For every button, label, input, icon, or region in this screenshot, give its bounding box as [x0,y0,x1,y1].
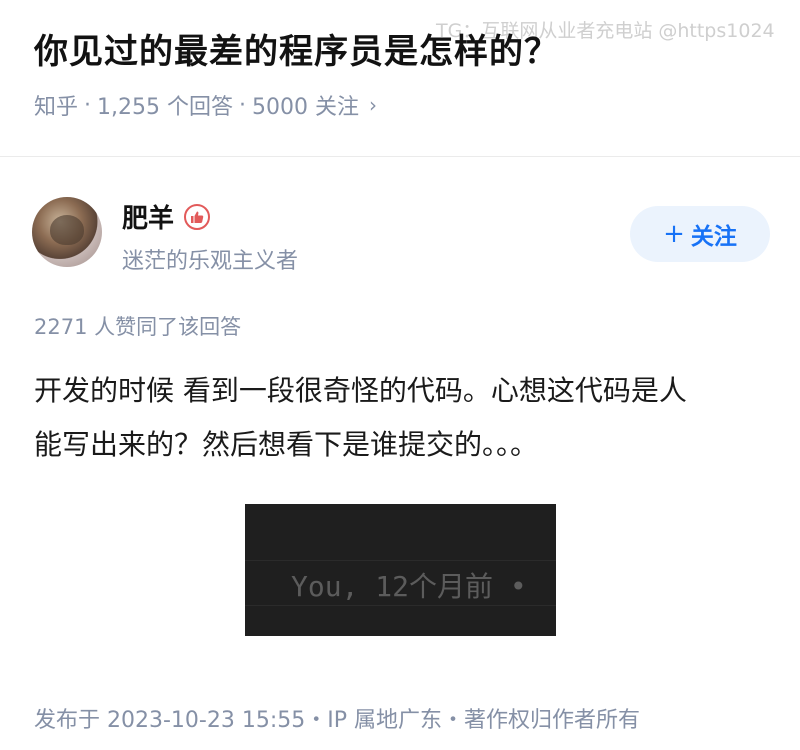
follower-count: 5000 关注 [252,95,359,120]
meta-separator: · [84,92,92,118]
plus-icon: + [663,219,685,249]
follow-button[interactable]: + 关注 [630,206,770,262]
git-blame-annotation: You, 12个月前 • [291,570,527,603]
question-title[interactable]: 你见过的最差的程序员是怎样的？ [34,24,559,73]
like-count: 2271 人赞同了该回答 [34,315,242,339]
code-line-divider [245,605,556,606]
author-header: 肥羊 [122,198,211,235]
publish-info: 发布于 2023-10-23 15:55・IP 属地广东・著作权归作者所有 [34,708,640,733]
meta-separator: · [239,92,246,118]
question-meta[interactable]: 知乎 · 1,255 个回答 · 5000 关注 › [34,89,377,121]
divider [0,156,800,157]
chevron-right-icon: › [368,93,377,117]
code-line-divider [245,560,556,561]
code-screenshot-image[interactable]: You, 12个月前 • [245,504,556,636]
thumbs-up-badge-icon [184,203,211,230]
answer-count: 1,255 个回答 [97,95,233,120]
answer-paragraph-line: 能写出来的？然后想看下是谁提交的。。。 [34,428,539,461]
author-name[interactable]: 肥羊 [122,198,174,235]
author-bio: 迷茫的乐观主义者 [122,249,299,274]
thumbs-up-icon [191,211,204,223]
follow-button-label: 关注 [690,224,737,250]
answer-paragraph-line: 开发的时候 看到一段很奇怪的代码。心想这代码是人 [34,374,687,407]
answer-content: 开发的时候 看到一段很奇怪的代码。心想这代码是人 能写出来的？然后想看下是谁提交… [34,364,774,472]
avatar[interactable] [32,197,102,267]
source-label: 知乎 [34,95,79,120]
